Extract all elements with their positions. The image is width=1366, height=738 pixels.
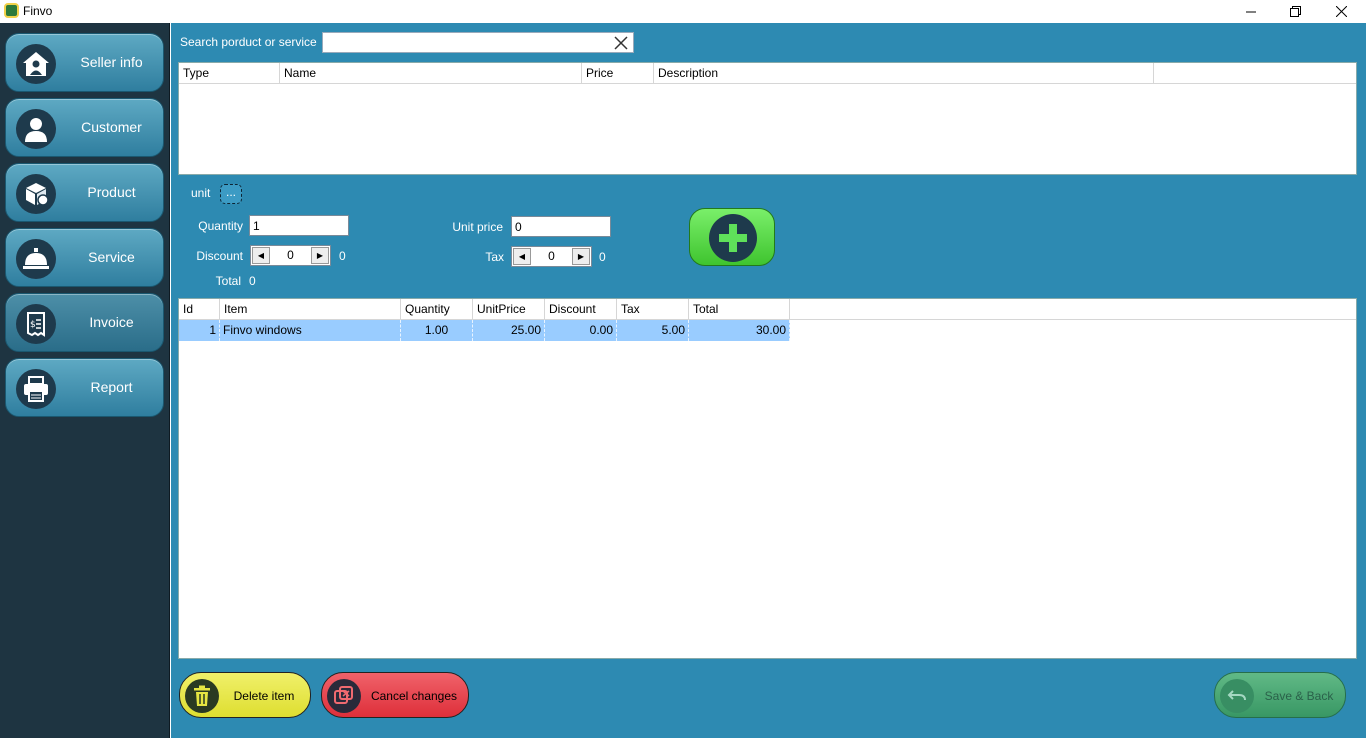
cancel-copy-icon [327,679,361,713]
tax-value[interactable]: 0 [532,247,571,266]
discount-increase-button[interactable]: ▶ [311,247,329,264]
undo-arrow-icon [1220,679,1254,713]
tax-spinner[interactable]: ◀ 0 ▶ [511,246,592,267]
sidebar-item-service[interactable]: Service [5,228,164,287]
column-header-price[interactable]: Price [582,63,654,84]
column-header-type[interactable]: Type [179,63,280,84]
table-row[interactable]: 1 Finvo windows 1.00 25.00 0.00 5.00 30.… [179,320,1356,341]
discount-spinner[interactable]: ◀ 0 ▶ [250,245,331,266]
sidebar-item-invoice[interactable]: $ Invoice [5,293,164,352]
total-label: Total [215,274,241,288]
delete-item-button[interactable]: Delete item [179,672,311,718]
sidebar-item-label: Customer [81,119,142,135]
sidebar-item-label: Report [90,379,133,395]
sidebar-item-label: Service [88,249,135,265]
discount-value[interactable]: 0 [271,246,310,265]
delete-item-label: Delete item [233,689,295,703]
trash-icon [185,679,219,713]
quantity-field[interactable] [249,215,349,236]
tax-decrease-button[interactable]: ◀ [513,248,531,265]
cell-unitprice: 25.00 [473,320,545,341]
tax-result: 0 [599,250,606,264]
column-header-quantity[interactable]: Quantity [401,299,473,320]
unit-label: unit [191,186,211,200]
app-logo-icon [4,3,19,18]
discount-decrease-button[interactable]: ◀ [252,247,270,264]
column-header-total[interactable]: Total [689,299,790,320]
search-label: Search porduct or service [180,35,317,49]
column-header-id[interactable]: Id [179,299,220,320]
invoice-items-table[interactable]: Id Item Quantity UnitPrice Discount Tax … [178,298,1357,659]
sidebar-item-report[interactable]: Report [5,358,164,417]
close-icon [1335,6,1347,17]
main-panel: Search porduct or service Type Name Pric… [171,23,1366,738]
sidebar-item-seller-info[interactable]: Seller info [5,33,164,92]
sidebar-item-product[interactable]: Product [5,163,164,222]
search-input[interactable] [323,33,603,52]
column-header-item[interactable]: Item [220,299,401,320]
cancel-changes-label: Cancel changes [370,689,458,703]
plus-icon [709,214,757,262]
cell-id: 1 [179,320,220,341]
cancel-changes-button[interactable]: Cancel changes [321,672,469,718]
total-value: 0 [249,274,256,288]
sidebar: Seller info Customer Product Service $ I… [0,23,170,738]
sidebar-item-label: Invoice [89,314,134,330]
box-icon [16,174,56,214]
invoice-items-header: Id Item Quantity UnitPrice Discount Tax … [179,299,1356,320]
cell-quantity: 1.00 [401,320,473,341]
discount-label: Discount [196,249,243,263]
column-header-description[interactable]: Description [654,63,1154,84]
column-header-tax[interactable]: Tax [617,299,689,320]
sidebar-item-label: Seller info [80,54,143,70]
save-back-button[interactable]: Save & Back [1214,672,1346,718]
clear-search-icon[interactable] [613,35,629,51]
tax-label: Tax [485,250,504,264]
printer-icon [16,369,56,409]
tax-increase-button[interactable]: ▶ [572,248,590,265]
sidebar-item-label: Product [87,184,136,200]
cell-item: Finvo windows [220,320,401,341]
cell-total: 30.00 [689,320,790,341]
svg-text:$: $ [30,320,36,330]
sidebar-item-customer[interactable]: Customer [5,98,164,157]
add-item-button[interactable] [689,208,775,266]
close-button[interactable] [1318,0,1364,23]
unit-select-button[interactable]: ... [220,184,242,204]
house-person-icon [16,44,56,84]
minimize-button[interactable] [1228,0,1274,23]
person-icon [16,109,56,149]
column-header-discount[interactable]: Discount [545,299,617,320]
restore-button[interactable] [1272,0,1318,23]
search-box [322,32,634,53]
window-title: Finvo [23,4,53,18]
products-table-header: Type Name Price Description [179,63,1356,84]
unit-price-label: Unit price [452,220,503,234]
unit-price-field[interactable] [511,216,611,237]
bell-icon [16,239,56,279]
column-header-name[interactable]: Name [280,63,582,84]
column-header-unitprice[interactable]: UnitPrice [473,299,545,320]
minimize-icon [1246,11,1256,12]
restore-icon [1289,6,1301,17]
receipt-icon: $ [16,304,56,344]
cell-discount: 0.00 [545,320,617,341]
cell-tax: 5.00 [617,320,689,341]
discount-result: 0 [339,249,346,263]
quantity-label: Quantity [198,219,243,233]
save-back-label: Save & Back [1264,689,1334,703]
title-bar: Finvo [0,0,1366,23]
products-table[interactable]: Type Name Price Description [178,62,1357,175]
